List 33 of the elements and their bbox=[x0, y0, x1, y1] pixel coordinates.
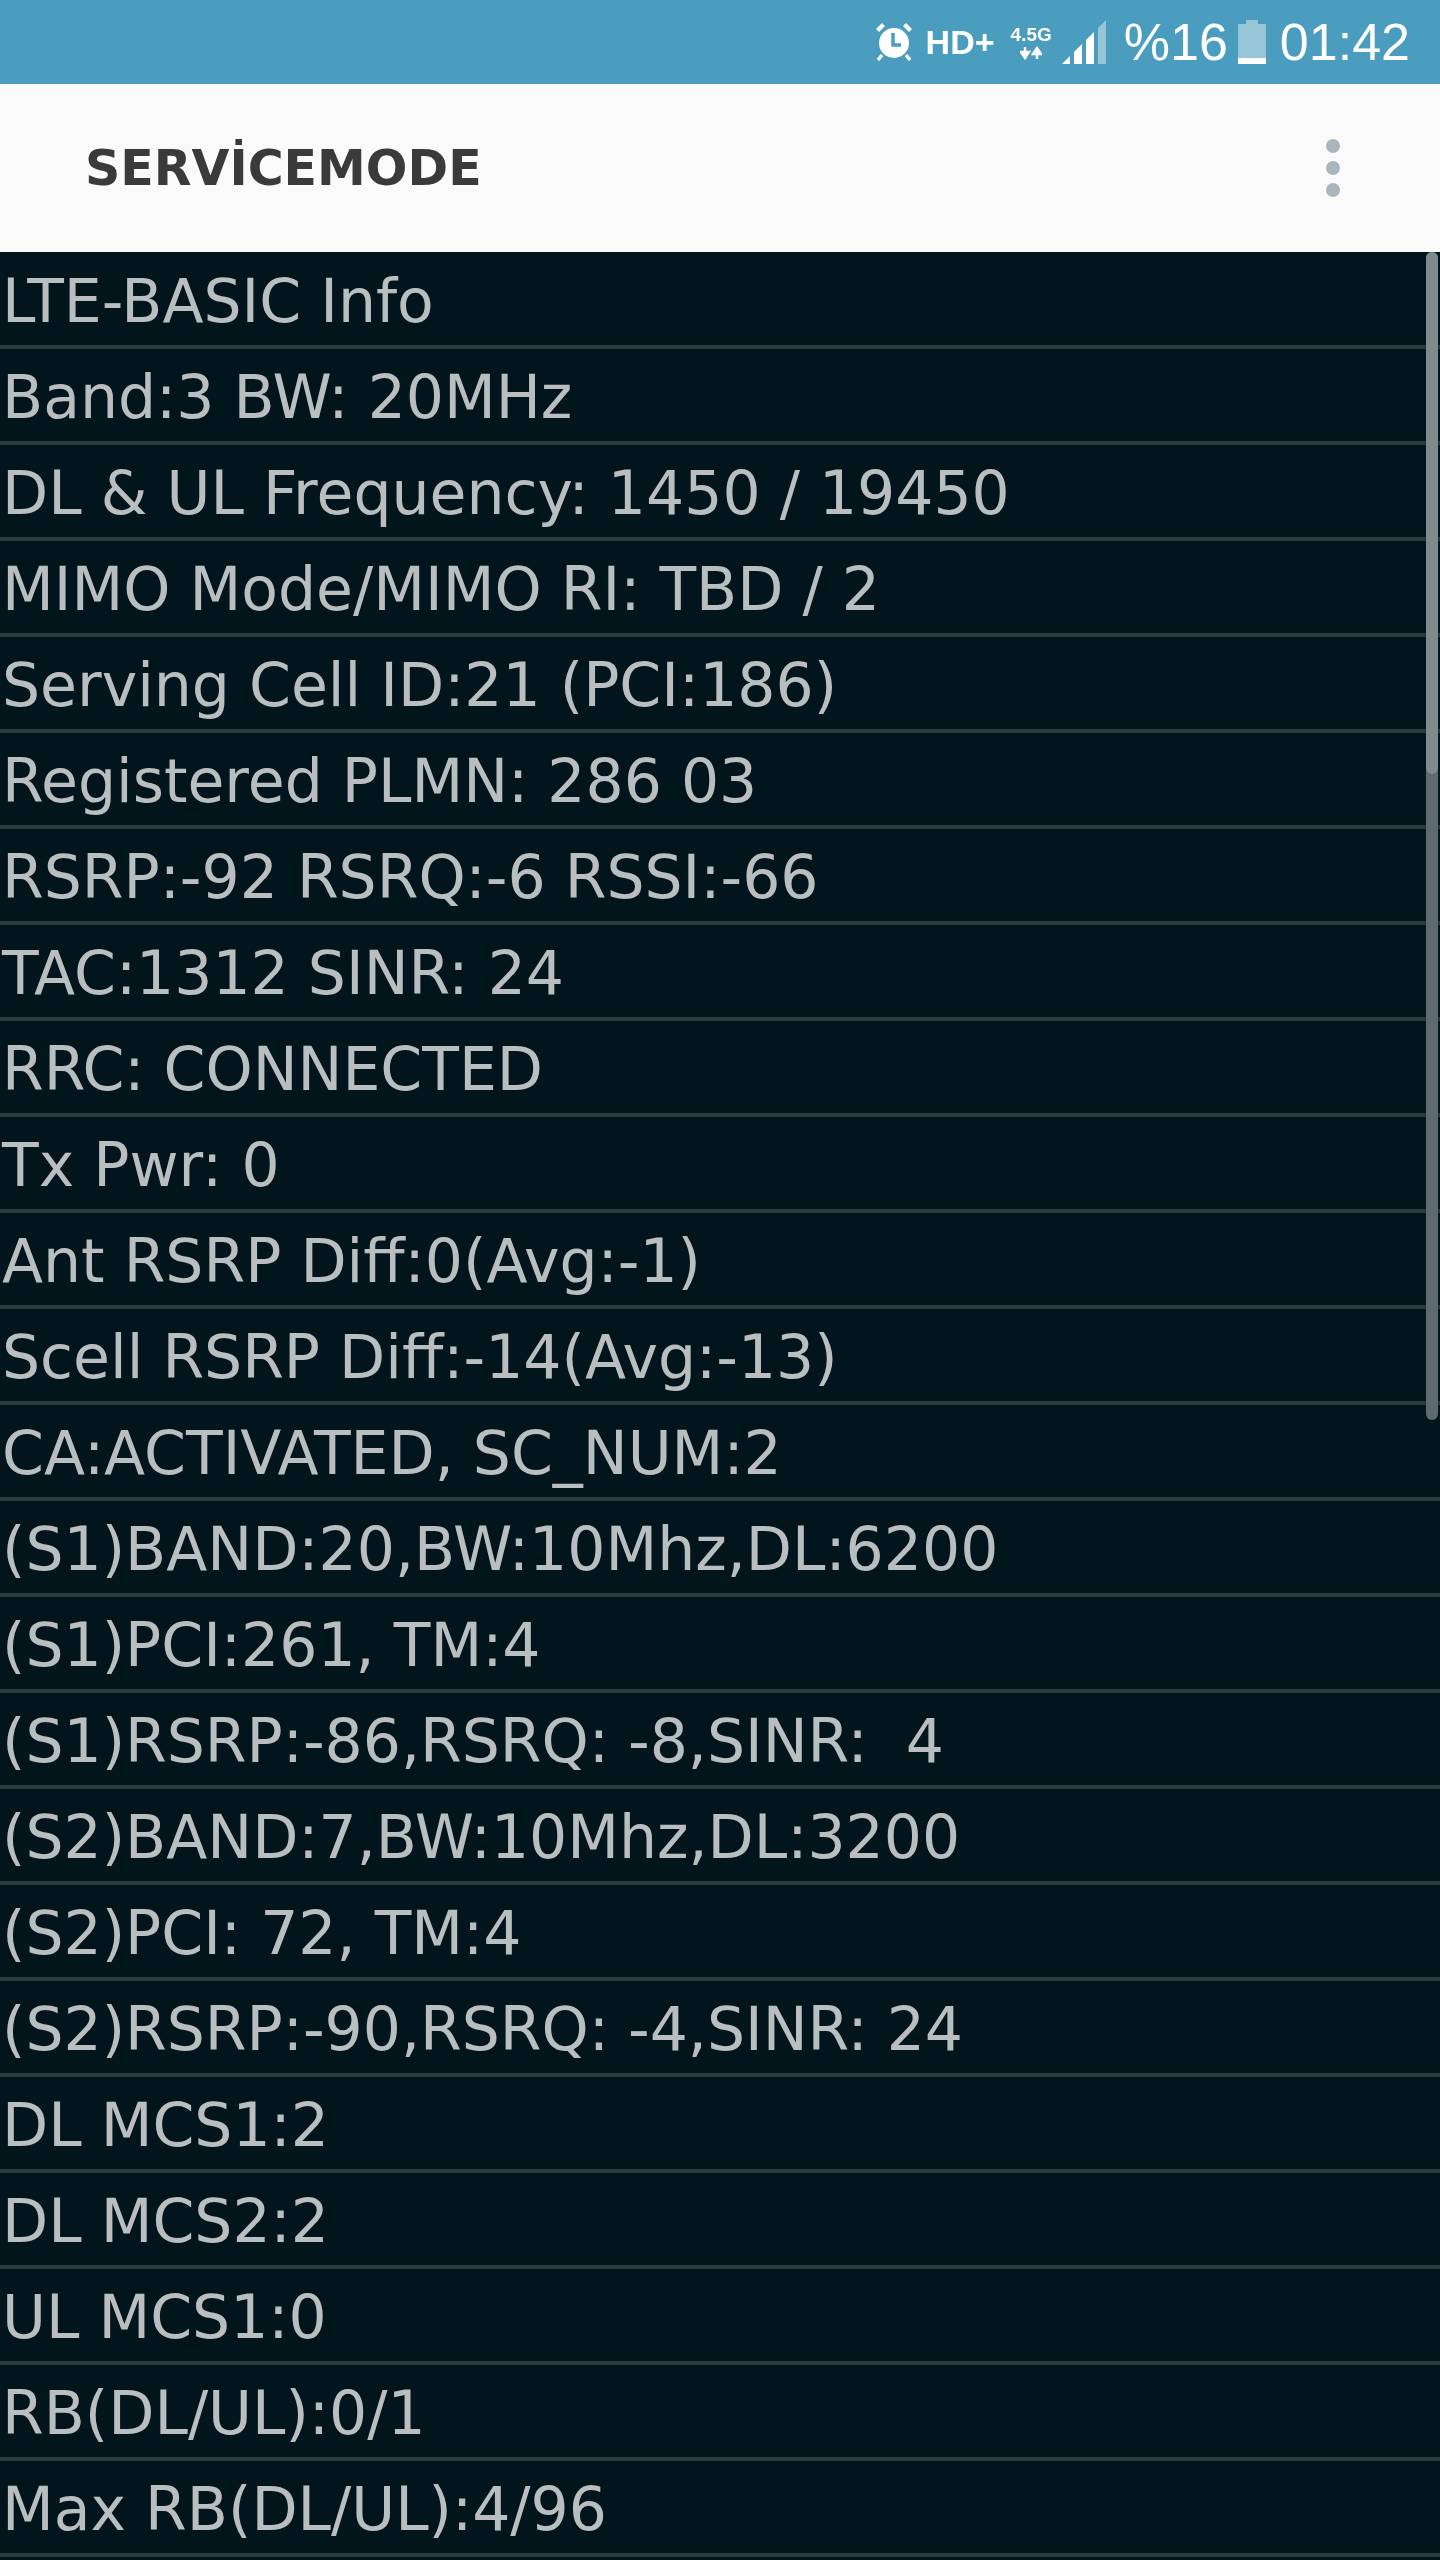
signal-strength-icon bbox=[1061, 20, 1106, 64]
network-type-label: 4.5G bbox=[1010, 24, 1052, 45]
info-line: RRC: CONNECTED bbox=[1, 1033, 544, 1106]
info-line: DL MCS1:2 bbox=[1, 2089, 329, 2162]
hd-plus-label: HD+ bbox=[925, 22, 995, 62]
more-options-icon[interactable] bbox=[1326, 139, 1340, 197]
info-line: Registered PLMN: 286 03 bbox=[1, 745, 758, 818]
info-line: Serving Cell ID:21 (PCI:186) bbox=[1, 649, 838, 722]
info-line: (S1)PCI:261, TM:4 bbox=[1, 1609, 541, 1682]
info-line: (S2)BAND:7,BW:10Mhz,DL:3200 bbox=[1, 1801, 961, 1874]
clock-time: 01:42 bbox=[1279, 12, 1410, 72]
info-line: MIMO Mode/MIMO RI: TBD / 2 bbox=[1, 553, 880, 626]
info-line: Tx Pwr: 0 bbox=[0, 1129, 280, 1202]
info-line: TAC:1312 SINR: 24 bbox=[0, 937, 564, 1010]
info-line: (S2)PCI: 72, TM:4 bbox=[1, 1897, 522, 1970]
app-title: SERVİCEMODE bbox=[85, 139, 482, 197]
battery-icon bbox=[1237, 20, 1266, 64]
info-line: RSRP:-92 RSRQ:-6 RSSI:-66 bbox=[1, 841, 819, 914]
data-arrows-icon bbox=[1020, 45, 1043, 60]
battery-percent: %16 bbox=[1123, 12, 1228, 72]
info-line: Max RB(DL/UL):4/96 bbox=[1, 2473, 607, 2546]
info-line: (S2)RSRP:-90,RSRQ: -4,SINR: 24 bbox=[1, 1993, 964, 2066]
info-line: Ant RSRP Diff:0(Avg:-1) bbox=[1, 1225, 701, 1298]
info-line: LTE-BASIC Info bbox=[1, 265, 434, 338]
info-line: (S1)RSRP:-86,RSRQ: -8,SINR: 4 bbox=[1, 1705, 944, 1778]
info-line: CA:ACTIVATED, SC_NUM:2 bbox=[1, 1417, 782, 1490]
info-line: (S1)BAND:20,BW:10Mhz,DL:6200 bbox=[1, 1513, 999, 1586]
info-line: Band:3 BW: 20MHz bbox=[1, 361, 573, 434]
info-line: Scell RSRP Diff:-14(Avg:-13) bbox=[1, 1321, 838, 1394]
info-line: DL MCS2:2 bbox=[1, 2185, 329, 2258]
info-line: RB(DL/UL):0/1 bbox=[1, 2377, 426, 2450]
info-line: DL & UL Frequency: 1450 / 19450 bbox=[1, 457, 1010, 530]
info-line: UL MCS1:0 bbox=[1, 2281, 327, 2354]
